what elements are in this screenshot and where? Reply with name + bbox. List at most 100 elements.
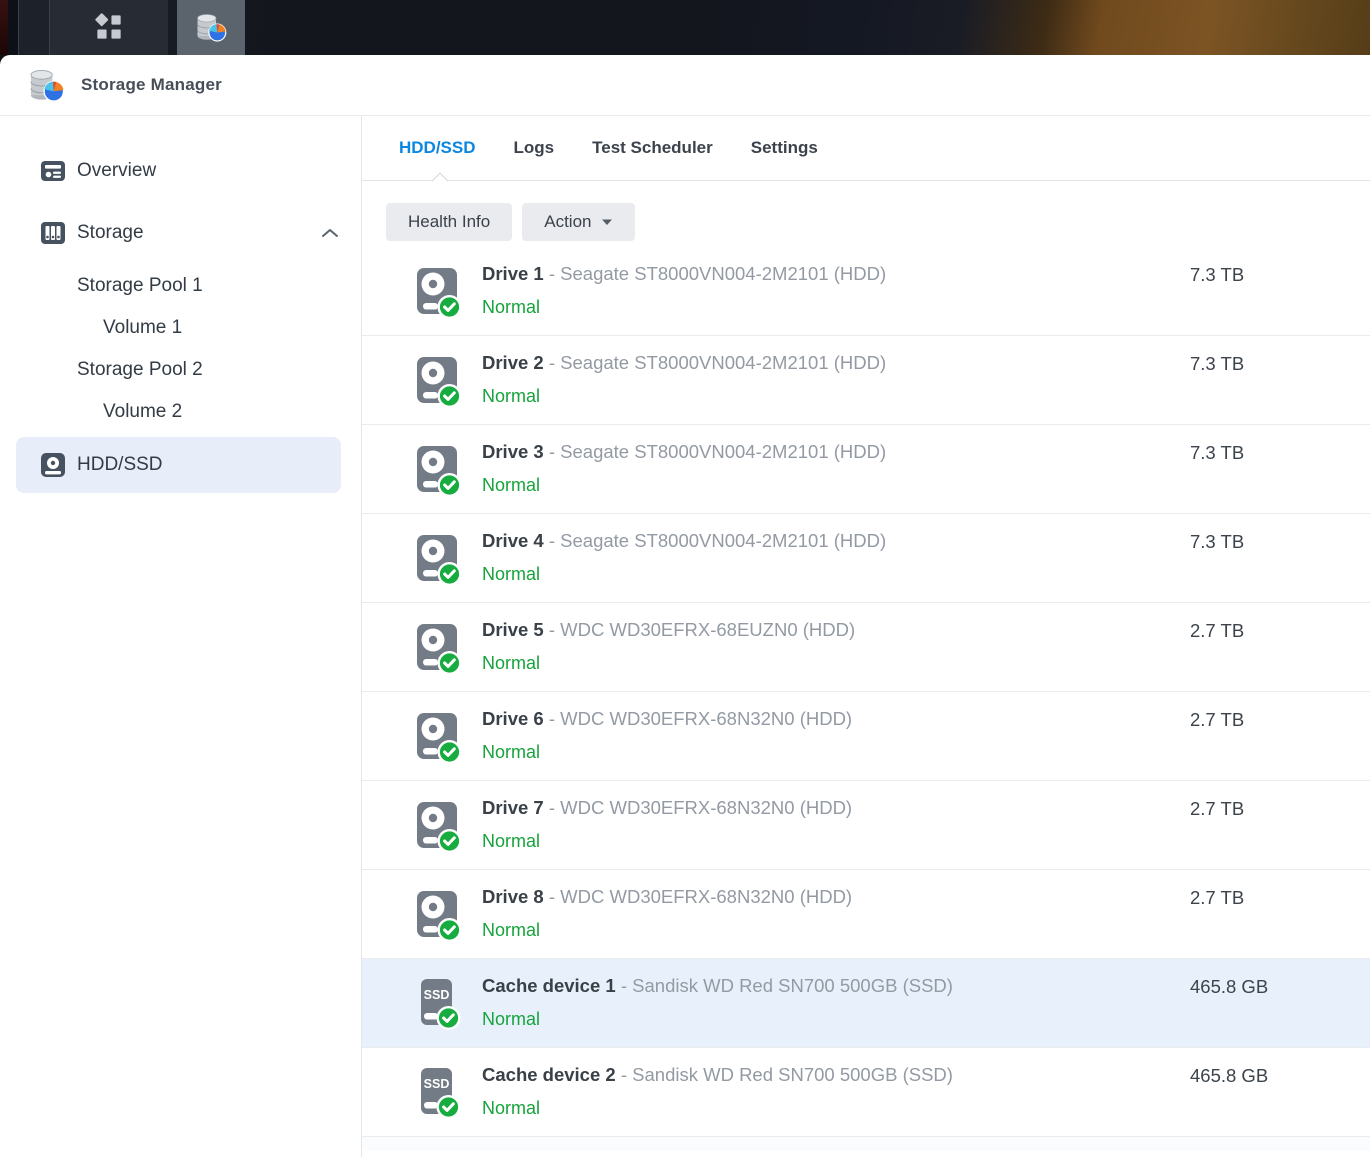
drive-row[interactable]: Drive 6 - WDC WD30EFRX-68N32N0 (HDD) Nor… [362,692,1370,781]
sidebar-item-storage[interactable]: Storage [0,209,361,257]
separator: - [549,708,555,729]
drive-name: Drive 6 [482,708,544,729]
drive-row[interactable]: Cache device 2 - Sandisk WD Red SN700 50… [362,1048,1370,1137]
drive-capacity: 2.7 TB [1190,709,1244,731]
drive-list: Drive 1 - Seagate ST8000VN004-2M2101 (HD… [362,247,1370,1151]
nas-bays-icon [40,220,66,246]
drive-model: WDC WD30EFRX-68N32N0 (HDD) [560,886,852,907]
window-header: Storage Manager [0,55,1370,116]
drive-capacity: 7.3 TB [1190,531,1244,553]
drive-capacity: 7.3 TB [1190,442,1244,464]
hdd-icon [415,710,461,763]
drive-name: Drive 4 [482,530,544,551]
taskbar-segment [168,0,177,55]
sidebar-item-overview[interactable]: Overview [0,147,361,195]
drive-row[interactable]: Drive 8 - WDC WD30EFRX-68N32N0 (HDD) Nor… [362,870,1370,959]
drive-row[interactable]: Drive 7 - WDC WD30EFRX-68N32N0 (HDD) Nor… [362,781,1370,870]
overview-card-icon [40,158,66,184]
drive-model: Seagate ST8000VN004-2M2101 (HDD) [560,530,886,551]
drive-status: Normal [482,1098,540,1119]
tab-logs[interactable]: Logs [514,138,555,158]
drive-model: Sandisk WD Red SN700 500GB (SSD) [632,975,953,996]
hdd-icon [415,265,461,318]
drive-row[interactable]: Drive 5 - WDC WD30EFRX-68EUZN0 (HDD) Nor… [362,603,1370,692]
hdd-icon [415,621,461,674]
drive-model: Seagate ST8000VN004-2M2101 (HDD) [560,441,886,462]
drive-status: Normal [482,653,540,674]
drive-model: Sandisk WD Red SN700 500GB (SSD) [632,1064,953,1085]
separator: - [549,352,555,373]
drive-row[interactable]: Drive 4 - Seagate ST8000VN004-2M2101 (HD… [362,514,1370,603]
drive-title: Drive 1 - Seagate ST8000VN004-2M2101 (HD… [482,263,886,285]
drive-model: Seagate ST8000VN004-2M2101 (HDD) [560,263,886,284]
drive-row[interactable]: Drive 2 - Seagate ST8000VN004-2M2101 (HD… [362,336,1370,425]
drive-status: Normal [482,564,540,585]
hdd-icon [415,354,461,407]
sidebar-item-storage-pool-2[interactable]: Storage Pool 2 [0,349,361,391]
drive-title: Drive 7 - WDC WD30EFRX-68N32N0 (HDD) [482,797,852,819]
drive-row[interactable]: Drive 3 - Seagate ST8000VN004-2M2101 (HD… [362,425,1370,514]
separator: - [549,619,555,640]
sidebar-item-storage-pool-1[interactable]: Storage Pool 1 [0,265,361,307]
drive-title: Cache device 1 - Sandisk WD Red SN700 50… [482,975,953,997]
drive-model: WDC WD30EFRX-68N32N0 (HDD) [560,797,852,818]
separator: - [549,530,555,551]
sidebar-item-label: HDD/SSD [77,454,163,476]
sidebar-item-label: Volume 1 [103,317,182,339]
drive-status: Normal [482,831,540,852]
drive-model: Seagate ST8000VN004-2M2101 (HDD) [560,352,886,373]
active-tab-notch [432,173,449,190]
separator: - [621,1064,627,1085]
hdd-icon [415,888,461,941]
app-grid-icon [93,11,126,44]
main-menu-button[interactable] [50,0,168,55]
drive-row-selected[interactable]: Cache device 1 - Sandisk WD Red SN700 50… [362,959,1370,1048]
hdd-icon [415,532,461,585]
sidebar-item-label: Storage [77,222,144,244]
action-dropdown-button[interactable]: Action [522,203,635,241]
storage-manager-app-icon [195,12,227,43]
drive-title: Drive 3 - Seagate ST8000VN004-2M2101 (HD… [482,441,886,463]
drive-status: Normal [482,297,540,318]
drive-capacity: 465.8 GB [1190,976,1268,998]
disk-icon [40,452,66,478]
drive-name: Drive 2 [482,352,544,373]
separator: - [549,797,555,818]
health-info-button[interactable]: Health Info [386,203,512,241]
storage-manager-window: Storage Manager Overview [0,55,1370,1158]
button-label: Action [544,212,591,232]
drive-capacity: 2.7 TB [1190,887,1244,909]
chevron-up-icon[interactable] [321,222,339,244]
tab-hdd-ssd[interactable]: HDD/SSD [399,138,476,158]
tab-test-scheduler[interactable]: Test Scheduler [592,138,713,158]
drive-capacity: 2.7 TB [1190,620,1244,642]
separator: - [549,886,555,907]
tab-settings[interactable]: Settings [751,138,818,158]
drive-title: Drive 8 - WDC WD30EFRX-68N32N0 (HDD) [482,886,852,908]
sidebar-item-volume-2[interactable]: Volume 2 [0,391,361,433]
drive-capacity: 7.3 TB [1190,264,1244,286]
main-content: HDD/SSD Logs Test Scheduler Settings Hea… [362,116,1370,1157]
sidebar-item-hdd-ssd[interactable]: HDD/SSD [16,437,341,493]
drive-row[interactable]: Drive 1 - Seagate ST8000VN004-2M2101 (HD… [362,247,1370,336]
wallpaper-edge [0,0,8,55]
separator: - [549,263,555,284]
sidebar-item-volume-1[interactable]: Volume 1 [0,307,361,349]
sidebar-item-label: Storage Pool 1 [77,275,203,297]
sidebar: Overview Storage Storage Pool [0,116,362,1157]
button-label: Health Info [408,212,490,232]
sidebar-item-label: Overview [77,160,156,182]
drive-name: Drive 5 [482,619,544,640]
ssd-icon [415,1066,461,1119]
drive-title: Drive 4 - Seagate ST8000VN004-2M2101 (HD… [482,530,886,552]
ssd-icon [415,977,461,1030]
drive-name: Cache device 2 [482,1064,616,1085]
toolbar: Health Info Action [386,203,1370,241]
taskbar-segment [8,0,18,55]
hdd-icon [415,799,461,852]
desktop-taskbar [0,0,1370,55]
storage-manager-task-button[interactable] [177,0,245,55]
drive-name: Drive 8 [482,886,544,907]
drive-name: Drive 1 [482,263,544,284]
drive-status: Normal [482,1009,540,1030]
